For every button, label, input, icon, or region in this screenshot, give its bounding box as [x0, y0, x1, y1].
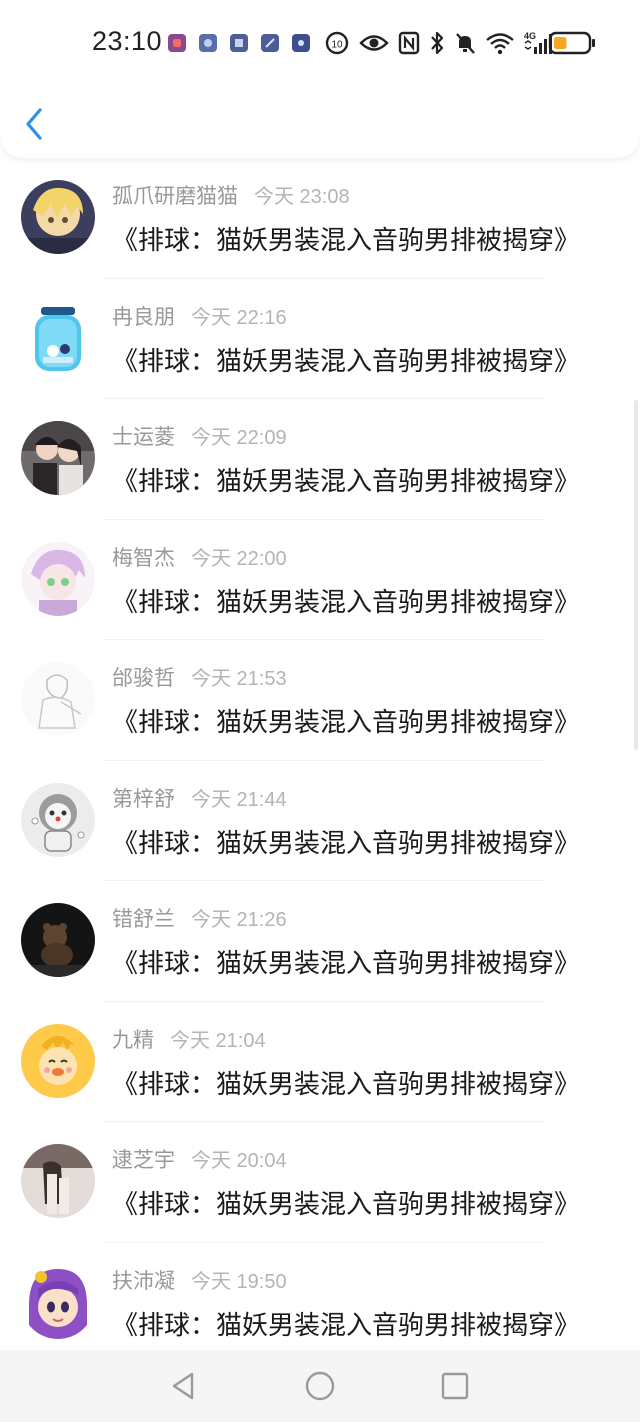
app-notification-icon — [199, 34, 217, 52]
message-text: 《排球：猫妖男装混入音驹男排被揭穿》 — [112, 1310, 581, 1341]
name-line: 邰骏哲 今天 21:53 — [112, 662, 287, 692]
avatar[interactable] — [21, 541, 95, 616]
message-text: 《排球：猫妖男装混入音驹男排被揭穿》 — [112, 828, 581, 859]
avatar[interactable] — [21, 1264, 95, 1339]
avatar[interactable] — [21, 903, 95, 977]
name-line: 扶沛凝 今天 19:50 — [112, 1265, 287, 1295]
user-name[interactable]: 第梓舒 — [112, 787, 175, 811]
message-time: 今天 20:04 — [191, 1150, 287, 1172]
app-notification-icon — [168, 34, 186, 52]
avatar[interactable] — [21, 782, 95, 857]
message-time: 今天 23:08 — [254, 186, 350, 208]
avatar[interactable] — [21, 662, 95, 736]
list-item[interactable]: 冉良朋 今天 22:16 《排球：猫妖男装混入音驹男排被揭穿》 — [0, 279, 640, 399]
app-notification-icon — [261, 34, 279, 52]
status-bar: 23:10 10 4G — [0, 0, 640, 90]
list-item[interactable]: 梅智杰 今天 22:00 《排球：猫妖男装混入音驹男排被揭穿》 — [0, 520, 640, 640]
name-line: 逮芝宇 今天 20:04 — [112, 1144, 287, 1174]
avatar[interactable] — [21, 1023, 95, 1098]
list-item[interactable]: 邰骏哲 今天 21:53 《排球：猫妖男装混入音驹男排被揭穿》 — [0, 640, 640, 761]
user-name[interactable]: 逮芝宇 — [112, 1148, 175, 1172]
name-line: 第梓舒 今天 21:44 — [112, 783, 287, 813]
message-text: 《排球：猫妖男装混入音驹男排被揭穿》 — [112, 1069, 581, 1100]
name-line: 孤爪研磨猫猫 今天 23:08 — [112, 180, 350, 210]
name-line: 士运菱 今天 22:09 — [112, 421, 287, 451]
list-item[interactable]: 扶沛凝 今天 19:50 《排球：猫妖男装混入音驹男排被揭穿》 — [0, 1243, 640, 1351]
user-name[interactable]: 梅智杰 — [112, 546, 175, 570]
name-line: 九精 今天 21:04 — [112, 1024, 266, 1054]
avatar[interactable] — [21, 300, 95, 375]
data-saver-icon: 10 — [325, 31, 349, 55]
home-circle-icon[interactable] — [303, 1369, 337, 1403]
user-name[interactable]: 冉良朋 — [112, 305, 175, 329]
message-text: 《排球：猫妖男装混入音驹男排被揭穿》 — [112, 587, 581, 618]
message-text: 《排球：猫妖男装混入音驹男排被揭穿》 — [112, 1190, 581, 1220]
avatar[interactable] — [21, 421, 95, 495]
user-name[interactable]: 错舒兰 — [112, 907, 175, 931]
message-time: 今天 22:09 — [191, 427, 287, 449]
name-line: 冉良朋 今天 22:16 — [112, 301, 287, 331]
eye-icon — [359, 35, 389, 51]
message-text: 《排球：猫妖男装混入音驹男排被揭穿》 — [112, 467, 581, 497]
bluetooth-icon — [431, 31, 444, 55]
message-time: 今天 21:04 — [170, 1029, 266, 1052]
list-item[interactable]: 错舒兰 今天 21:26 《排球：猫妖男装混入音驹男排被揭穿》 — [0, 881, 640, 1002]
list-item[interactable]: 士运菱 今天 22:09 《排球：猫妖男装混入音驹男排被揭穿》 — [0, 399, 640, 520]
message-text: 《排球：猫妖男装混入音驹男排被揭穿》 — [112, 949, 581, 979]
list-item[interactable]: 孤爪研磨猫猫 今天 23:08 《排球：猫妖男装混入音驹男排被揭穿》 — [0, 158, 640, 279]
wifi-icon — [486, 33, 514, 55]
svg-text:10: 10 — [331, 40, 343, 51]
message-time: 今天 21:53 — [191, 668, 287, 690]
message-text: 《排球：猫妖男装混入音驹男排被揭穿》 — [112, 346, 581, 377]
scrollbar[interactable] — [634, 400, 638, 750]
list-item[interactable]: 九精 今天 21:04 《排球：猫妖男装混入音驹男排被揭穿》 — [0, 1002, 640, 1122]
system-icons: 10 4G — [324, 28, 558, 58]
message-list[interactable]: 孤爪研磨猫猫 今天 23:08 《排球：猫妖男装混入音驹男排被揭穿》 冉良朋 今天 22… — [0, 158, 640, 1350]
chevron-left-icon[interactable] — [18, 104, 52, 144]
list-item[interactable]: 第梓舒 今天 21:44 《排球：猫妖男装混入音驹男排被揭穿》 — [0, 761, 640, 881]
user-name[interactable]: 士运菱 — [112, 425, 175, 449]
navigation-bar — [0, 1350, 640, 1422]
battery-icon — [548, 31, 595, 55]
network-label: 4G — [524, 31, 536, 41]
message-time: 今天 21:26 — [191, 909, 287, 931]
message-time: 今天 19:50 — [191, 1270, 287, 1293]
message-text: 《排球：猫妖男装混入音驹男排被揭穿》 — [112, 708, 581, 738]
avatar[interactable] — [21, 180, 95, 254]
name-line: 错舒兰 今天 21:26 — [112, 903, 287, 933]
user-name[interactable]: 九精 — [112, 1028, 154, 1052]
recents-square-icon[interactable] — [438, 1369, 472, 1403]
message-time: 今天 22:16 — [191, 306, 287, 329]
nfc-icon — [398, 31, 420, 55]
status-time: 23:10 — [92, 26, 163, 56]
message-time: 今天 22:00 — [191, 547, 287, 570]
list-item[interactable]: 逮芝宇 今天 20:04 《排球：猫妖男装混入音驹男排被揭穿》 — [0, 1122, 640, 1243]
app-notification-icon — [230, 34, 248, 52]
back-triangle-icon[interactable] — [166, 1369, 200, 1403]
user-name[interactable]: 孤爪研磨猫猫 — [112, 184, 238, 208]
message-time: 今天 21:44 — [191, 788, 287, 811]
message-text: 《排球：猫妖男装混入音驹男排被揭穿》 — [112, 226, 581, 256]
user-name[interactable]: 扶沛凝 — [112, 1269, 175, 1293]
avatar[interactable] — [21, 1144, 95, 1218]
user-name[interactable]: 邰骏哲 — [112, 666, 175, 690]
name-line: 梅智杰 今天 22:00 — [112, 542, 287, 572]
mute-icon — [456, 33, 475, 54]
app-notification-icon — [292, 34, 310, 52]
